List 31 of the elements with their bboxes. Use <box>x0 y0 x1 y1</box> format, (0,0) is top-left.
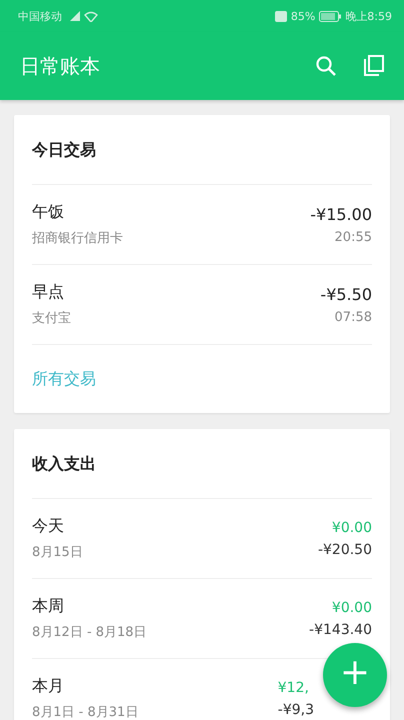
period-name: 本周 <box>32 596 65 617</box>
carrier-name: 中国移动 <box>18 8 62 24</box>
battery-percent: 85% <box>290 10 316 22</box>
amount: -¥15.00 <box>310 204 372 224</box>
wifi-icon <box>84 10 98 22</box>
date-range: 8月15日 <box>32 544 83 561</box>
income-amount: ¥0.00 <box>332 600 372 616</box>
date-range: 8月1日 - 8月31日 <box>32 704 138 720</box>
card-title: 今日交易 <box>32 115 372 185</box>
copy-icon[interactable] <box>362 54 386 78</box>
account-name: 支付宝 <box>32 310 71 327</box>
expense-amount: -¥20.50 <box>318 542 372 558</box>
income-amount: ¥0.00 <box>332 520 372 536</box>
battery-icon <box>319 10 342 22</box>
card-title: 收入支出 <box>32 429 372 499</box>
all-transactions-link[interactable]: 所有交易 <box>32 368 96 390</box>
search-icon[interactable] <box>314 54 338 78</box>
date-range: 8月12日 - 8月18日 <box>32 624 147 641</box>
clock: 晚上8:59 <box>345 8 392 24</box>
app-title: 日常账本 <box>20 52 101 80</box>
transaction-name: 早点 <box>32 282 65 303</box>
period-name: 本月 <box>32 676 65 697</box>
transaction-name: 午饭 <box>32 202 65 223</box>
expense-amount: -¥9,3 <box>278 702 314 718</box>
transaction-time: 07:58 <box>334 310 372 324</box>
expense-amount: -¥143.40 <box>309 622 372 638</box>
period-name: 今天 <box>32 516 65 537</box>
account-name: 招商银行信用卡 <box>32 230 123 247</box>
transaction-time: 20:55 <box>334 230 372 244</box>
income-amount: ¥12, <box>278 680 309 696</box>
amount: -¥5.50 <box>320 284 372 304</box>
